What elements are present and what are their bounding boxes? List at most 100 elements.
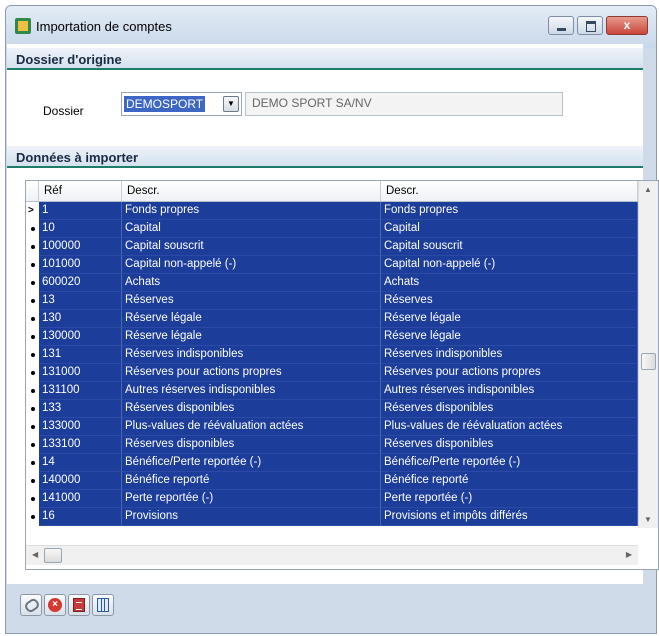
cell-descr[interactable]: Réserves pour actions propres [122, 364, 381, 382]
link-button[interactable] [20, 594, 42, 616]
grid-view-button[interactable] [92, 594, 114, 616]
grid-icon [97, 598, 109, 612]
table-row[interactable]: 101000 Capital non-appelé (-) Capital non-… [26, 256, 638, 274]
cell-descr-2[interactable]: Autres réserves indisponibles [381, 382, 638, 400]
table-row[interactable]: 140000 Bénéfice reporté Bénéfice reporté [26, 472, 638, 490]
table-row[interactable]: 10 Capital Capital [26, 220, 638, 238]
cell-descr[interactable]: Réserve légale [122, 328, 381, 346]
cell-ref[interactable]: 130 [39, 310, 122, 328]
cell-ref[interactable]: 131000 [39, 364, 122, 382]
cell-descr[interactable]: Capital [122, 220, 381, 238]
table-row[interactable]: 600020 Achats Achats [26, 274, 638, 292]
cell-descr[interactable]: Plus-values de réévaluation actées [122, 418, 381, 436]
table-row[interactable]: >1 Fonds propres Fonds propres [26, 202, 638, 220]
cell-descr[interactable]: Provisions [122, 508, 381, 526]
cell-descr[interactable]: Réserves indisponibles [122, 346, 381, 364]
horizontal-scrollbar[interactable]: ◀ ▶ [26, 545, 638, 565]
table-row[interactable]: 13 Réserves Réserves [26, 292, 638, 310]
cell-ref[interactable]: 16 [39, 508, 122, 526]
cell-descr-2[interactable]: Bénéfice/Perte reportée (-) [381, 454, 638, 472]
cell-descr-2[interactable]: Capital souscrit [381, 238, 638, 256]
table-row[interactable]: 130 Réserve légale Réserve légale [26, 310, 638, 328]
cell-descr-2[interactable]: Plus-values de réévaluation actées [381, 418, 638, 436]
cell-ref[interactable]: 141000 [39, 490, 122, 508]
horizontal-scroll-thumb[interactable] [44, 548, 62, 563]
table-row[interactable]: 100000 Capital souscrit Capital souscrit [26, 238, 638, 256]
sheet-button[interactable] [68, 594, 90, 616]
table-row[interactable]: 133000 Plus-values de réévaluation actées… [26, 418, 638, 436]
cell-descr-2[interactable]: Capital [381, 220, 638, 238]
cell-descr[interactable]: Réserves disponibles [122, 436, 381, 454]
cell-descr-2[interactable]: Perte reportée (-) [381, 490, 638, 508]
vertical-scroll-thumb[interactable] [641, 353, 656, 370]
table-row[interactable]: 133 Réserves disponibles Réserves disponib… [26, 400, 638, 418]
cell-descr-2[interactable]: Réserve légale [381, 328, 638, 346]
scroll-right-icon[interactable]: ▶ [626, 550, 632, 559]
row-marker [26, 274, 39, 292]
cell-ref[interactable]: 101000 [39, 256, 122, 274]
cell-ref[interactable]: 13 [39, 292, 122, 310]
cell-descr[interactable]: Fonds propres [122, 202, 381, 220]
scroll-up-icon[interactable]: ▲ [644, 185, 652, 194]
cell-ref[interactable]: 10 [39, 220, 122, 238]
cell-ref[interactable]: 133000 [39, 418, 122, 436]
table-row[interactable]: 131100 Autres réserves indisponibles Autre… [26, 382, 638, 400]
scroll-left-icon[interactable]: ◀ [32, 550, 38, 559]
cell-descr[interactable]: Achats [122, 274, 381, 292]
minimize-button[interactable] [548, 16, 574, 35]
cell-descr-2[interactable]: Réserves [381, 292, 638, 310]
table-row[interactable]: 133100 Réserves disponibles Réserves dispo… [26, 436, 638, 454]
row-marker [26, 400, 39, 418]
cell-descr-2[interactable]: Provisions et impôts différés [381, 508, 638, 526]
accounts-grid[interactable]: Réf Descr. Descr. >1 Fonds propres Fonds p… [25, 180, 659, 570]
chevron-down-icon[interactable]: ▼ [223, 96, 239, 112]
column-header-descr-2[interactable]: Descr. [381, 181, 638, 201]
cell-descr[interactable]: Capital non-appelé (-) [122, 256, 381, 274]
cell-descr[interactable]: Autres réserves indisponibles [122, 382, 381, 400]
cell-descr-2[interactable]: Achats [381, 274, 638, 292]
cell-descr-2[interactable]: Capital non-appelé (-) [381, 256, 638, 274]
cell-ref[interactable]: 600020 [39, 274, 122, 292]
cell-descr-2[interactable]: Réserves disponibles [381, 436, 638, 454]
cell-descr-2[interactable]: Réserves indisponibles [381, 346, 638, 364]
cell-ref[interactable]: 1 [39, 202, 122, 220]
cell-ref[interactable]: 131100 [39, 382, 122, 400]
cell-ref[interactable]: 131 [39, 346, 122, 364]
cell-descr-2[interactable]: Fonds propres [381, 202, 638, 220]
close-button[interactable]: x [606, 16, 648, 35]
cell-descr[interactable]: Réserves disponibles [122, 400, 381, 418]
row-marker [26, 364, 39, 382]
dossier-value[interactable]: DEMOSPORT [124, 96, 206, 112]
maximize-button[interactable] [577, 16, 603, 35]
row-bullet-icon [31, 407, 35, 411]
cell-ref[interactable]: 130000 [39, 328, 122, 346]
cell-descr[interactable]: Capital souscrit [122, 238, 381, 256]
cell-descr-2[interactable]: Réserve légale [381, 310, 638, 328]
cell-descr-2[interactable]: Réserves pour actions propres [381, 364, 638, 382]
cell-ref[interactable]: 133100 [39, 436, 122, 454]
cell-descr[interactable]: Perte reportée (-) [122, 490, 381, 508]
cell-descr-2[interactable]: Réserves disponibles [381, 400, 638, 418]
dossier-combo[interactable]: DEMOSPORT ▼ [121, 92, 242, 116]
column-header-descr[interactable]: Descr. [122, 181, 381, 201]
table-row[interactable]: 130000 Réserve légale Réserve légale [26, 328, 638, 346]
cell-ref[interactable]: 133 [39, 400, 122, 418]
cell-ref[interactable]: 100000 [39, 238, 122, 256]
table-row[interactable]: 131 Réserves indisponibles Réserves indisp… [26, 346, 638, 364]
table-row[interactable]: 14 Bénéfice/Perte reportée (-) Bénéfice/Pe… [26, 454, 638, 472]
cell-descr[interactable]: Bénéfice/Perte reportée (-) [122, 454, 381, 472]
scroll-down-icon[interactable]: ▼ [644, 515, 652, 524]
cell-descr-2[interactable]: Bénéfice reporté [381, 472, 638, 490]
table-row[interactable]: 16 Provisions Provisions et impôts différé… [26, 508, 638, 526]
cell-ref[interactable]: 140000 [39, 472, 122, 490]
table-row[interactable]: 141000 Perte reportée (-) Perte reportée (… [26, 490, 638, 508]
cell-ref[interactable]: 14 [39, 454, 122, 472]
cell-descr[interactable]: Réserves [122, 292, 381, 310]
cancel-button[interactable]: × [44, 594, 66, 616]
title-bar[interactable]: Importation de comptes x [6, 6, 656, 48]
cell-descr[interactable]: Bénéfice reporté [122, 472, 381, 490]
table-row[interactable]: 131000 Réserves pour actions propres Réser… [26, 364, 638, 382]
vertical-scrollbar[interactable]: ▲ ▼ [638, 181, 658, 528]
column-header-ref[interactable]: Réf [39, 181, 122, 201]
cell-descr[interactable]: Réserve légale [122, 310, 381, 328]
